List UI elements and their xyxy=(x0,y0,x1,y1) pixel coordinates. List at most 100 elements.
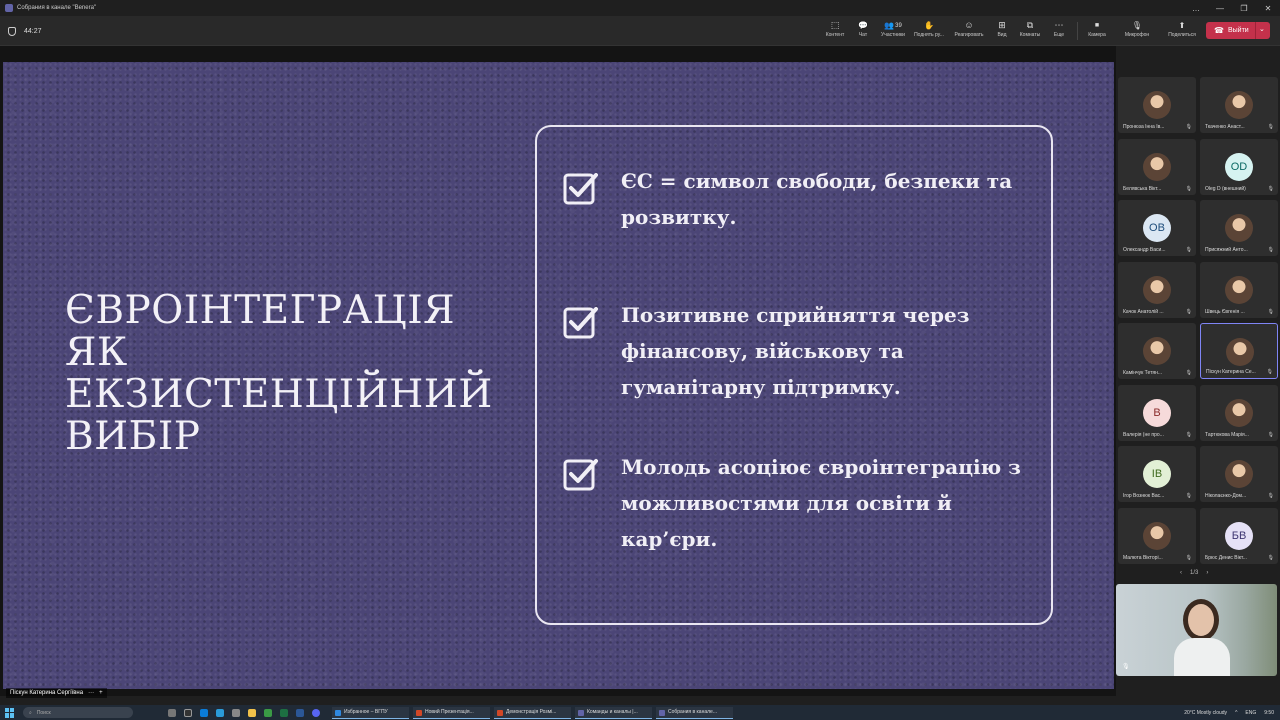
window-controls: … — ❐ ✕ xyxy=(1184,0,1280,16)
camera-button[interactable]: ■ Камера xyxy=(1083,19,1111,44)
participant-tile[interactable]: Ніколаєнко-Дом... 🎙 xyxy=(1200,446,1278,502)
taskbar-app[interactable]: Избранное – ВГПУ xyxy=(332,706,409,719)
participant-name: Oleg D (внешний) xyxy=(1205,185,1246,192)
chat-button[interactable]: 💬 Чат xyxy=(851,19,875,44)
react-button[interactable]: ☺ Реагировать xyxy=(950,19,988,44)
taskbar-app[interactable]: Собрания в канале... xyxy=(656,706,733,719)
participant-tile[interactable]: OB Олександр Васи... 🎙 xyxy=(1118,200,1196,256)
word-icon[interactable] xyxy=(296,708,304,717)
task-view-icon[interactable] xyxy=(168,708,176,717)
participant-photo xyxy=(1225,91,1253,119)
mic-off-icon: 🎙 xyxy=(1267,308,1274,315)
participant-name: Ніколаєнко-Дом... xyxy=(1205,493,1247,499)
self-video-preview[interactable]: 🎙 xyxy=(1116,584,1277,676)
more-button[interactable]: ⋯ Еще xyxy=(1048,19,1070,44)
participant-name: Тартюкова Марія... xyxy=(1205,431,1249,438)
start-windows-icon[interactable] xyxy=(5,707,15,718)
breakout-rooms-icon: ⧉ xyxy=(1026,20,1034,30)
weather-widget[interactable]: 20°C Mostly cloudy xyxy=(1184,710,1227,716)
participant-tile[interactable]: Швець Євгенія ... 🎙 xyxy=(1200,261,1278,318)
breakout-rooms-button[interactable]: ⧉ Комнаты xyxy=(1016,19,1044,44)
participant-photo xyxy=(1143,337,1171,365)
slide-points-card: ЄС = символ свободи, безпеки та розвитку… xyxy=(535,125,1053,625)
pin-add-icon[interactable]: + xyxy=(99,690,103,696)
chrome-icon[interactable] xyxy=(264,708,272,717)
participant-tile[interactable]: В Валерія (не про... 🎙 xyxy=(1118,384,1196,441)
people-button[interactable]: 👥 39 Участники xyxy=(878,19,908,44)
participant-tile[interactable]: Тартюкова Марія... 🎙 xyxy=(1200,384,1278,441)
close-button[interactable]: ✕ xyxy=(1256,0,1280,16)
outlook-icon[interactable] xyxy=(200,708,208,717)
discord-icon[interactable] xyxy=(312,708,320,717)
mic-off-icon: 🎙 xyxy=(1185,308,1192,315)
participant-photo xyxy=(1225,460,1253,488)
camera-label: Камера xyxy=(1088,32,1106,38)
mic-off-icon: 🎙 xyxy=(1267,431,1274,438)
file-explorer-icon[interactable] xyxy=(248,708,256,717)
content-button[interactable]: ⬚ Контент xyxy=(822,19,848,44)
participant-tile[interactable]: Камінчук Тетян... 🎙 xyxy=(1118,323,1196,379)
more-options-icon[interactable]: ··· xyxy=(88,690,94,696)
leave-label: Выйти xyxy=(1227,27,1249,34)
leave-button[interactable]: ☎ Выйти ⌄ xyxy=(1206,22,1270,39)
mic-off-icon: 🎙 xyxy=(1267,185,1274,192)
maximize-button[interactable]: ❐ xyxy=(1232,0,1256,16)
language-indicator[interactable]: ENG xyxy=(1245,710,1256,716)
participant-tile[interactable]: Пронюза Інна Ів... 🎙 xyxy=(1118,77,1196,133)
tray-chevron-icon[interactable]: ^ xyxy=(1235,710,1237,716)
mic-icon: 🎙 xyxy=(1122,664,1130,670)
excel-icon[interactable] xyxy=(280,708,288,717)
shield-icon xyxy=(8,26,16,36)
participant-tile[interactable]: Присяжний Анто... 🎙 xyxy=(1200,200,1278,256)
participant-gallery: Пронюза Інна Ів... 🎙 Ткаченко Анаст... 🎙 Бел… xyxy=(1116,46,1280,696)
view-label: Вид xyxy=(997,32,1007,38)
mic-off-icon: 🎙 xyxy=(1185,124,1192,130)
participant-tile[interactable]: Качок Анатолій ... 🎙 xyxy=(1118,261,1196,318)
chevron-right-icon[interactable]: › xyxy=(1206,570,1208,576)
terminal-icon[interactable] xyxy=(184,708,192,717)
taskbar-app[interactable]: Новий Презентація... xyxy=(413,706,490,719)
content-icon: ⬚ xyxy=(830,20,840,30)
chevron-down-icon[interactable]: ⌄ xyxy=(1259,25,1265,33)
breakout-rooms-label: Комнаты xyxy=(1019,32,1041,38)
meeting-timer: 44:27 xyxy=(24,27,42,35)
participant-photo xyxy=(1225,398,1253,427)
taskbar-search[interactable]: ⌕ Поиск xyxy=(23,707,133,718)
more-icon: ⋯ xyxy=(1054,20,1064,30)
taskbar-app[interactable]: Команды и каналы |... xyxy=(575,706,652,719)
meeting-status: 44:27 xyxy=(8,16,42,46)
toolbar-divider xyxy=(1077,22,1078,40)
shared-content-stage: ЄВРОІНТЕГРАЦІЯ ЯК ЕКЗИСТЕНЦІЙНИЙ ВИБІР Є… xyxy=(0,46,1116,696)
slide-title-line: ВИБІР xyxy=(65,414,201,459)
participant-name: Малюта Вікторі... xyxy=(1123,554,1163,561)
participant-tile[interactable]: Піскун Катерина Се... 🎙 xyxy=(1200,323,1278,379)
clock[interactable]: 9:50 xyxy=(1264,710,1274,716)
participant-tile[interactable]: Ткаченко Анаст... 🎙 xyxy=(1200,77,1278,133)
participant-photo xyxy=(1225,214,1253,242)
chevron-left-icon[interactable]: ‹ xyxy=(1180,570,1182,576)
participant-tile[interactable]: OD Oleg D (внешний) 🎙 xyxy=(1200,138,1278,195)
file-icon[interactable] xyxy=(232,708,240,717)
chat-icon: 💬 xyxy=(858,20,868,30)
minimize-button[interactable]: — xyxy=(1208,0,1232,16)
participant-photo xyxy=(1143,275,1171,304)
pinned-apps xyxy=(168,708,320,717)
chat-label: Чат xyxy=(858,32,868,38)
window-more-button[interactable]: … xyxy=(1184,0,1208,16)
participant-photo xyxy=(1143,152,1171,181)
participant-tile[interactable]: БВ Брюс Денис Вікт... 🎙 xyxy=(1200,507,1278,564)
vscode-icon[interactable] xyxy=(216,708,224,717)
participant-name: Качок Анатолій ... xyxy=(1123,308,1164,315)
participant-tile[interactable]: Малюта Вікторі... 🎙 xyxy=(1118,507,1196,564)
raise-hand-button[interactable]: ✋ Поднять ру... xyxy=(911,19,947,44)
share-label: Поделиться xyxy=(1168,32,1196,38)
people-label: Участники xyxy=(881,32,905,38)
microphone-button[interactable]: 🎙 Микрофон xyxy=(1120,19,1154,44)
participant-tile[interactable]: Белявська Вікт... 🎙 xyxy=(1118,138,1196,195)
view-button[interactable]: ⊞ Вид xyxy=(992,19,1012,44)
taskbar-app[interactable]: Демонстрація Розмі... xyxy=(494,706,571,719)
microphone-label: Микрофон xyxy=(1124,32,1150,38)
participant-tile[interactable]: IB Ігор Вознюк Вас... 🎙 xyxy=(1118,446,1196,502)
share-button[interactable]: ⬆ Поделиться xyxy=(1164,19,1200,44)
mic-off-icon: 🎙 xyxy=(1185,247,1192,253)
